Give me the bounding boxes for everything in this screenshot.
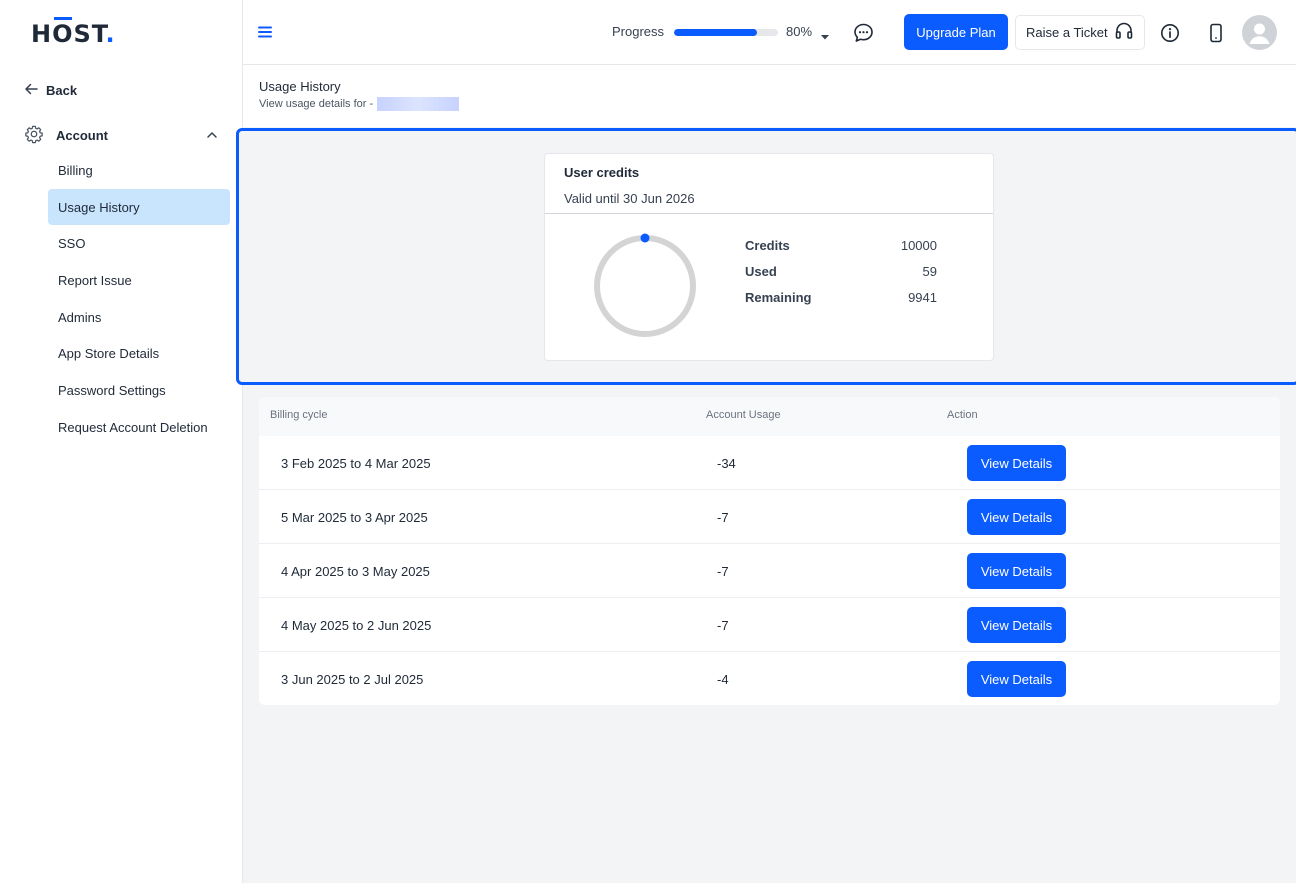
credits-value: 10000	[900, 238, 937, 253]
credits-valid-until: Valid until 30 Jun 2026	[564, 191, 695, 206]
table-row: 5 Mar 2025 to 3 Apr 2025 -7 View Details	[259, 490, 1280, 544]
back-label: Back	[46, 82, 78, 98]
chevron-up-icon	[206, 129, 218, 141]
raise-ticket-label: Raise a Ticket	[1026, 25, 1108, 40]
account-usage-cell: -34	[717, 456, 736, 471]
sidebar-item-admins[interactable]: Admins	[48, 299, 230, 335]
sidebar-item-label: Billing	[58, 162, 93, 178]
view-details-button[interactable]: View Details	[967, 607, 1066, 643]
column-header-billing-cycle: Billing cycle	[270, 409, 328, 421]
logo-letter-o: O	[52, 17, 74, 48]
headset-icon	[1114, 21, 1134, 44]
back-arrow-icon	[24, 82, 38, 99]
credits-key: Used	[745, 264, 777, 279]
account-usage-cell: -7	[717, 564, 729, 579]
sidebar-item-label: Request Account Deletion	[58, 419, 208, 435]
sidebar-item-label: Usage History	[58, 199, 140, 215]
sidebar-item-label: Admins	[58, 309, 102, 325]
credits-card-divider	[545, 213, 993, 214]
progress-bar-fill	[674, 29, 758, 36]
page-subtitle: View usage details for -	[259, 97, 460, 111]
sidebar-item-label: App Store Details	[58, 345, 160, 361]
account-usage-cell: -7	[717, 510, 729, 525]
billing-cycle-cell: 3 Jun 2025 to 2 Jul 2025	[281, 672, 424, 687]
progress-label: Progress	[612, 24, 665, 39]
billing-cycle-cell: 5 Mar 2025 to 3 Apr 2025	[281, 510, 428, 525]
billing-cycle-cell: 3 Feb 2025 to 4 Mar 2025	[281, 456, 431, 471]
page-subtitle-text: View usage details for -	[259, 98, 374, 110]
hamburger-icon[interactable]	[258, 25, 272, 44]
account-usage-cell: -4	[717, 672, 729, 687]
table-row: 3 Jun 2025 to 2 Jul 2025 -4 View Details	[259, 652, 1280, 705]
top-header: Progress 80% Upgrade Plan Raise a Ticket	[243, 0, 1296, 65]
usage-history-table: Billing cycle Account Usage Action 3 Feb…	[259, 397, 1280, 705]
back-link[interactable]: Back	[24, 80, 77, 100]
user-credits-card: User credits Valid until 30 Jun 2026 Cre…	[544, 153, 994, 361]
credits-row-total: Credits 10000	[745, 238, 937, 253]
billing-cycle-cell: 4 Apr 2025 to 3 May 2025	[281, 564, 430, 579]
credits-row-remaining: Remaining 9941	[745, 290, 937, 305]
view-details-button[interactable]: View Details	[967, 445, 1066, 481]
caret-down-icon[interactable]	[820, 28, 830, 46]
logo-letter-h: H	[31, 20, 53, 48]
info-icon[interactable]	[1160, 23, 1180, 48]
credits-row-used: Used 59	[745, 264, 937, 279]
credits-value: 9941	[908, 290, 937, 305]
column-header-action: Action	[947, 409, 978, 421]
sidebar: HOST. Back Account Billing Usage History…	[0, 0, 243, 883]
gear-icon	[24, 124, 44, 147]
phone-icon[interactable]	[1207, 23, 1225, 48]
view-details-button[interactable]: View Details	[967, 553, 1066, 589]
sidebar-item-password-settings[interactable]: Password Settings	[48, 372, 230, 408]
sidebar-item-label: Password Settings	[58, 382, 166, 398]
account-section-toggle[interactable]: Account	[24, 124, 218, 146]
credits-card-title: User credits	[564, 165, 640, 180]
sidebar-item-billing[interactable]: Billing	[48, 152, 230, 188]
sidebar-item-label: SSO	[58, 235, 86, 251]
account-section-label: Account	[56, 127, 108, 143]
page-header: Usage History View usage details for -	[243, 65, 1296, 127]
view-details-button[interactable]: View Details	[967, 499, 1066, 535]
logo-dot: .	[105, 20, 116, 48]
upgrade-plan-button[interactable]: Upgrade Plan	[904, 14, 1008, 50]
donut-used-marker	[640, 233, 650, 243]
redacted-account-name	[377, 97, 460, 111]
page-title: Usage History	[259, 79, 341, 94]
table-header: Billing cycle Account Usage Action	[259, 397, 1280, 436]
table-row: 3 Feb 2025 to 4 Mar 2025 -34 View Detail…	[259, 436, 1280, 490]
user-avatar-icon[interactable]	[1242, 15, 1277, 50]
donut-track	[594, 235, 696, 337]
credits-key: Remaining	[745, 290, 812, 305]
table-row: 4 May 2025 to 2 Jun 2025 -7 View Details	[259, 598, 1280, 652]
progress-percent: 80%	[786, 24, 813, 39]
progress-bar	[674, 29, 778, 36]
billing-cycle-cell: 4 May 2025 to 2 Jun 2025	[281, 618, 432, 633]
sidebar-item-usage-history[interactable]: Usage History	[48, 189, 230, 225]
raise-ticket-button[interactable]: Raise a Ticket	[1015, 15, 1145, 50]
sidebar-item-app-store-details[interactable]: App Store Details	[48, 335, 230, 371]
sidebar-item-sso[interactable]: SSO	[48, 225, 230, 261]
chat-icon[interactable]	[853, 23, 874, 48]
host-logo[interactable]: HOST.	[31, 17, 116, 48]
account-usage-cell: -7	[717, 618, 729, 633]
logo-letters-st: ST	[73, 20, 106, 48]
credits-usage-donut	[594, 233, 696, 337]
sidebar-item-label: Report Issue	[58, 272, 132, 288]
view-details-button[interactable]: View Details	[967, 661, 1066, 697]
column-header-account-usage: Account Usage	[706, 409, 781, 421]
credits-key: Credits	[745, 238, 790, 253]
table-row: 4 Apr 2025 to 3 May 2025 -7 View Details	[259, 544, 1280, 598]
credits-value: 59	[922, 264, 937, 279]
sidebar-item-request-account-deletion[interactable]: Request Account Deletion	[48, 409, 230, 445]
sidebar-item-report-issue[interactable]: Report Issue	[48, 262, 230, 298]
